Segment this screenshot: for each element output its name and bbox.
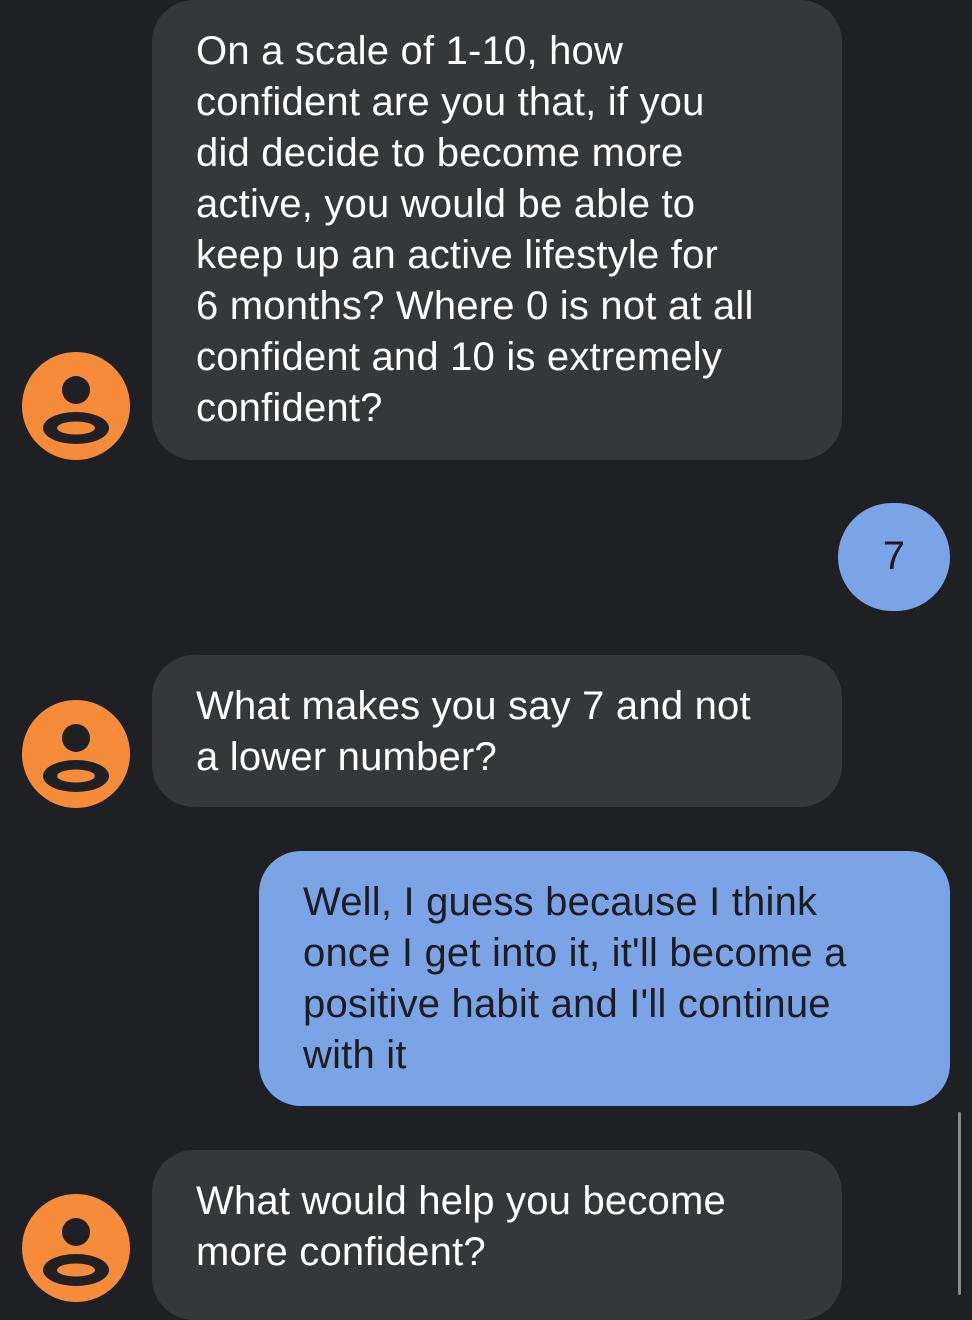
contact-avatar[interactable] [22,1194,130,1302]
scrollbar[interactable] [958,1112,961,1295]
person-icon [43,724,109,792]
incoming-message[interactable]: What makes you say 7 and not a lower num… [152,655,842,807]
person-icon [43,376,109,444]
outgoing-message[interactable]: Well, I guess because I think once I get… [259,851,950,1106]
contact-avatar[interactable] [22,700,130,808]
contact-avatar[interactable] [22,352,130,460]
conversation-thread[interactable]: On a scale of 1-10, how confident are yo… [0,0,972,1320]
person-icon [43,1218,109,1286]
incoming-message[interactable]: On a scale of 1-10, how confident are yo… [152,0,842,460]
outgoing-message[interactable]: 7 [838,503,950,611]
